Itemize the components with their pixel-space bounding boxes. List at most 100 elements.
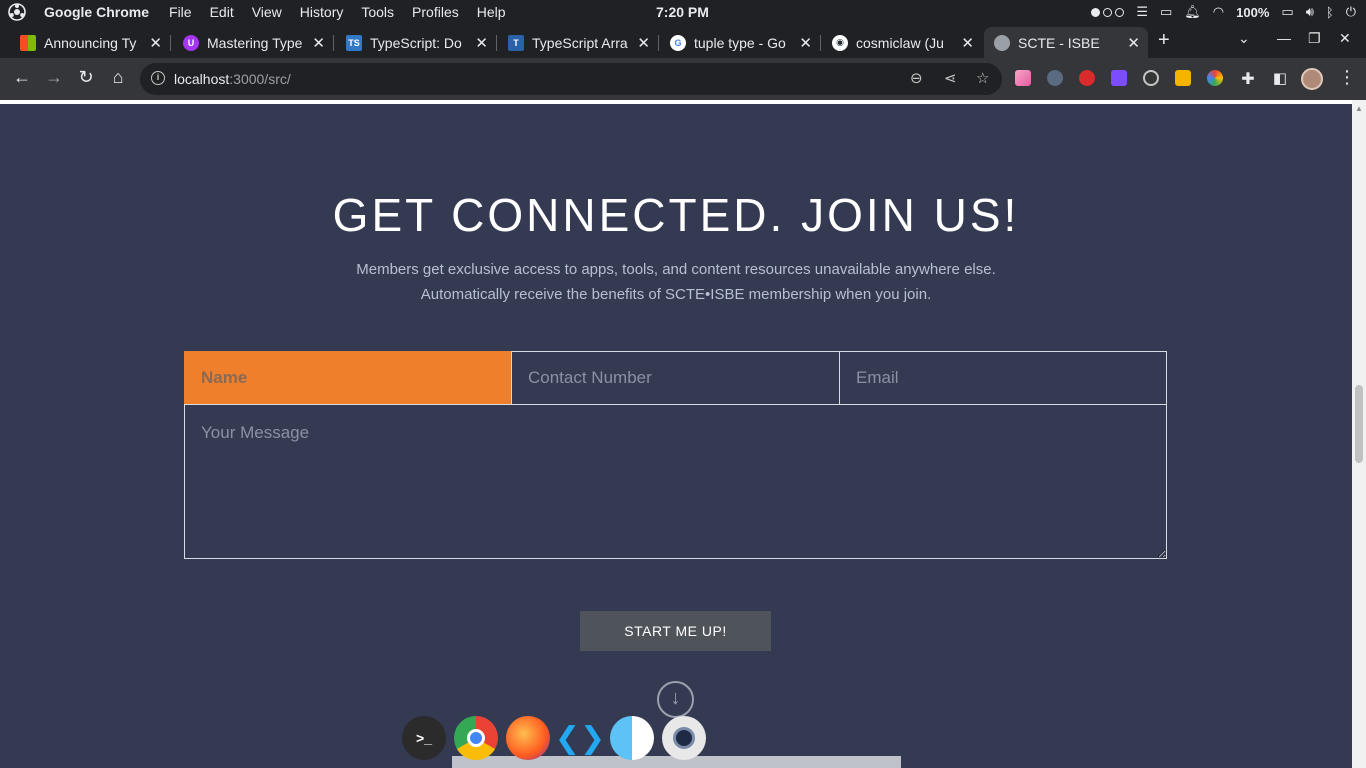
home-icon[interactable]: ⌂ <box>107 67 129 88</box>
subtext-line-2: Automatically receive the benefits of SC… <box>420 286 932 303</box>
udemy-icon: U <box>183 34 199 51</box>
side-panel-icon[interactable]: ◧ <box>1269 69 1291 87</box>
system-tray: ☰ ▭ 🔔︎ ◠ 100% ▭ 🔊︎ ᛒ ⏻ <box>1091 0 1356 24</box>
scroll-up-arrow-icon[interactable]: ▲ <box>1355 104 1363 113</box>
clock[interactable]: 7:20 PM <box>656 4 709 20</box>
tab-tuple-type[interactable]: G tuple type - Go ✕ <box>660 27 821 58</box>
tab-title: TypeScript: Do <box>370 34 462 51</box>
close-tab-icon[interactable]: ✕ <box>149 34 162 52</box>
close-tab-icon[interactable]: ✕ <box>799 34 812 52</box>
bluetooth-icon[interactable]: ᛒ <box>1326 5 1334 20</box>
page-top-divider <box>0 100 1352 104</box>
extension-note-icon[interactable] <box>1175 70 1191 86</box>
tab-separator <box>658 35 659 51</box>
extension-color-icon[interactable] <box>1207 70 1223 86</box>
microsoft-icon <box>20 34 36 51</box>
camera-app-icon[interactable] <box>662 716 706 760</box>
google-icon: G <box>670 34 686 51</box>
restore-window-icon[interactable]: ❐ <box>1308 30 1321 47</box>
chrome-app-icon[interactable] <box>454 716 498 760</box>
app-name[interactable]: Google Chrome <box>44 4 149 20</box>
tutorialsteacher-icon: T <box>508 34 524 51</box>
typescript-icon: TS <box>346 34 362 51</box>
finder-app-icon[interactable] <box>610 716 654 760</box>
terminal-app-icon[interactable]: >_ <box>402 716 446 760</box>
site-info-icon[interactable]: i <box>151 71 165 85</box>
volume-icon[interactable]: 🔊︎ <box>1306 4 1314 20</box>
reload-icon[interactable]: ↻ <box>75 67 97 88</box>
tab-title: Announcing Ty <box>44 34 137 51</box>
profile-avatar[interactable] <box>1301 68 1323 90</box>
menu-tools[interactable]: Tools <box>361 4 394 20</box>
wifi-icon[interactable]: ◠ <box>1213 4 1224 20</box>
menu-file[interactable]: File <box>169 4 192 20</box>
close-tab-icon[interactable]: ✕ <box>475 34 488 52</box>
vscode-app-icon[interactable]: ❮❯ <box>555 716 605 760</box>
extensions-puzzle-icon[interactable]: ✚ <box>1237 69 1259 89</box>
tab-typescript-docs[interactable]: TS TypeScript: Do ✕ <box>336 27 497 58</box>
submit-button[interactable]: START ME UP! <box>580 611 771 651</box>
contact-number-input[interactable] <box>511 351 840 405</box>
folder-icon[interactable]: ▭ <box>1160 4 1172 20</box>
close-tab-icon[interactable]: ✕ <box>312 34 325 52</box>
extension-v-icon[interactable] <box>1111 70 1127 86</box>
extension-spy-icon[interactable] <box>1047 70 1063 86</box>
tab-typescript-array[interactable]: T TypeScript Arra ✕ <box>498 27 659 58</box>
dock: >_ ❮❯ <box>402 716 706 762</box>
workspace-dots-icon[interactable] <box>1091 7 1125 17</box>
forward-icon[interactable]: → <box>43 67 65 88</box>
menu-history[interactable]: History <box>300 4 344 20</box>
page-viewport: GET CONNECTED. JOIN US! Members get excl… <box>0 100 1352 768</box>
tab-cosmiclaw[interactable]: ◉ cosmiclaw (Ju ✕ <box>822 27 982 58</box>
list-icon[interactable]: ☰ <box>1136 4 1148 20</box>
menu-help[interactable]: Help <box>477 4 506 20</box>
github-icon: ◉ <box>832 34 848 51</box>
tab-separator <box>170 35 171 51</box>
tab-mastering[interactable]: U Mastering Type ✕ <box>173 27 334 58</box>
back-icon[interactable]: ← <box>11 67 33 88</box>
tab-title: cosmiclaw (Ju <box>856 34 944 51</box>
tab-title: Mastering Type <box>207 34 303 51</box>
battery-icon[interactable]: ▭ <box>1281 4 1293 20</box>
os-menu-bar: Google Chrome File Edit View History Too… <box>0 0 1366 24</box>
tab-scte-isbe[interactable]: SCTE - ISBE ✕ <box>984 27 1148 58</box>
tab-title: TypeScript Arra <box>532 34 628 51</box>
extension-gradient-icon[interactable] <box>1015 70 1031 86</box>
close-tab-icon[interactable]: ✕ <box>1127 34 1140 52</box>
power-icon[interactable]: ⏻ <box>1346 4 1356 20</box>
firefox-app-icon[interactable] <box>506 716 550 760</box>
menu-edit[interactable]: Edit <box>210 4 234 20</box>
extension-hand-icon[interactable] <box>1079 70 1095 86</box>
close-window-icon[interactable]: ✕ <box>1339 30 1351 47</box>
tab-title: tuple type - Go <box>694 34 786 51</box>
bookmark-star-icon[interactable]: ☆ <box>976 69 989 87</box>
tab-search-chevron-icon[interactable]: ⌄ <box>1238 30 1250 47</box>
bell-icon[interactable]: 🔔︎ <box>1184 4 1201 20</box>
scrollbar-thumb[interactable] <box>1355 385 1363 463</box>
minimize-window-icon[interactable]: — <box>1277 30 1291 46</box>
new-tab-button[interactable]: + <box>1158 29 1170 52</box>
name-input[interactable] <box>184 351 512 405</box>
page-scrollbar[interactable]: ▲ <box>1352 100 1366 768</box>
subtext-line-1: Members get exclusive access to apps, to… <box>356 261 996 278</box>
extension-target-icon[interactable] <box>1143 70 1159 86</box>
url-path: :3000/src/ <box>229 71 291 87</box>
tab-announcing[interactable]: Announcing Ty ✕ <box>10 27 171 58</box>
url-host: localhost <box>174 71 230 87</box>
close-tab-icon[interactable]: ✕ <box>637 34 650 52</box>
message-textarea[interactable] <box>184 404 1167 559</box>
menu-view[interactable]: View <box>252 4 282 20</box>
chrome-menu-icon[interactable]: ⋮ <box>1338 67 1356 88</box>
scroll-down-arrow-icon[interactable]: ↓ <box>657 681 694 718</box>
menu-profiles[interactable]: Profiles <box>412 4 459 20</box>
close-tab-icon[interactable]: ✕ <box>961 34 974 52</box>
email-input[interactable] <box>839 351 1167 405</box>
page-title: GET CONNECTED. JOIN US! <box>332 189 1020 241</box>
os-logo-icon[interactable] <box>0 3 34 21</box>
browser-toolbar: ← → ↻ ⌂ i localhost:3000/src/ ⊖ ⋖ ☆ ✚ ◧ … <box>0 58 1366 100</box>
tab-title: SCTE - ISBE <box>1018 34 1100 51</box>
address-bar[interactable]: i localhost:3000/src/ ⊖ ⋖ ☆ <box>140 63 1002 95</box>
url-text[interactable]: localhost:3000/src/ <box>174 71 291 87</box>
zoom-icon[interactable]: ⊖ <box>910 69 923 87</box>
share-icon[interactable]: ⋖ <box>944 69 957 87</box>
